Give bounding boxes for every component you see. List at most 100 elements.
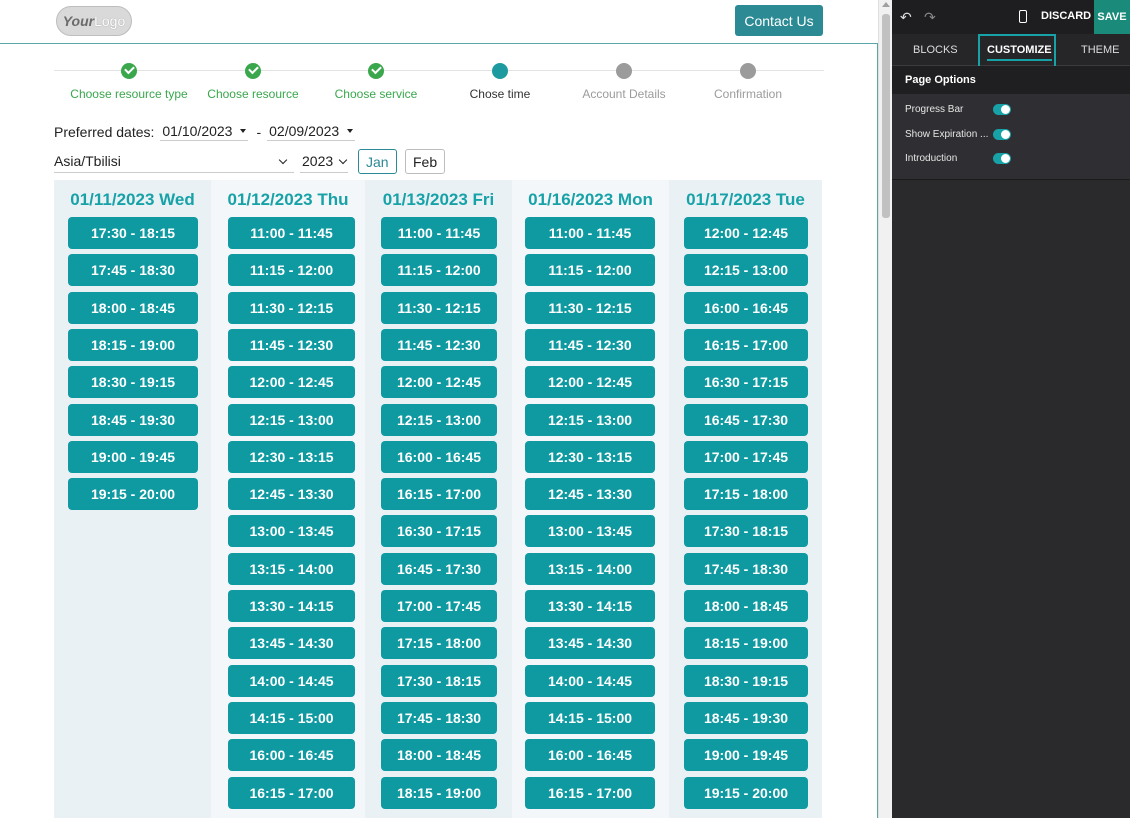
tab-theme[interactable]: THEME xyxy=(1081,34,1120,66)
time-slot-button[interactable]: 12:30 - 13:15 xyxy=(525,441,655,473)
time-slot-button[interactable]: 12:45 - 13:30 xyxy=(525,478,655,510)
time-slot-button[interactable]: 18:15 - 19:00 xyxy=(68,329,198,361)
time-slot-button[interactable]: 17:30 - 18:15 xyxy=(68,217,198,249)
time-slot-button[interactable]: 16:45 - 17:30 xyxy=(381,553,497,585)
time-slot-button[interactable]: 18:00 - 18:45 xyxy=(68,292,198,324)
time-slot-button[interactable]: 19:00 - 19:45 xyxy=(68,441,198,473)
date-from-field[interactable]: 01/10/2023 xyxy=(160,123,249,141)
page-scrollbar[interactable] xyxy=(878,0,892,818)
time-slot-button[interactable]: 11:00 - 11:45 xyxy=(228,217,355,249)
time-slot-button[interactable]: 14:15 - 15:00 xyxy=(525,702,655,734)
time-slot-button[interactable]: 17:45 - 18:30 xyxy=(381,702,497,734)
time-slot-button[interactable]: 17:00 - 17:45 xyxy=(381,590,497,622)
time-slot-button[interactable]: 12:15 - 13:00 xyxy=(381,404,497,436)
time-slot-button[interactable]: 11:15 - 12:00 xyxy=(228,254,355,286)
time-slot-button[interactable]: 12:00 - 12:45 xyxy=(684,217,808,249)
time-slot-button[interactable]: 13:15 - 14:00 xyxy=(228,553,355,585)
time-slot-button[interactable]: 16:00 - 16:45 xyxy=(228,739,355,771)
time-slot-button[interactable]: 16:15 - 17:00 xyxy=(525,777,655,809)
time-slot-button[interactable]: 16:15 - 17:00 xyxy=(684,329,808,361)
month-button-jan[interactable]: Jan xyxy=(358,149,397,174)
time-slot-button[interactable]: 12:30 - 13:15 xyxy=(228,441,355,473)
time-slot-button[interactable]: 11:30 - 12:15 xyxy=(381,292,497,324)
time-slot-button[interactable]: 13:45 - 14:30 xyxy=(228,627,355,659)
mobile-preview-icon[interactable] xyxy=(1019,10,1027,23)
discard-button[interactable]: DISCARD xyxy=(1041,10,1091,22)
tab-blocks[interactable]: BLOCKS xyxy=(913,34,958,66)
day-column: 01/16/2023 Mon 11:00 - 11:45 11:15 - 12:00… xyxy=(512,180,669,818)
undo-icon[interactable]: ↶ xyxy=(900,9,912,26)
time-slot-button[interactable]: 16:00 - 16:45 xyxy=(381,441,497,473)
toggle-introduction[interactable] xyxy=(993,153,1011,164)
time-slot-button[interactable]: 17:45 - 18:30 xyxy=(68,254,198,286)
time-slot-button[interactable]: 11:30 - 12:15 xyxy=(228,292,355,324)
time-slot-button[interactable]: 13:00 - 13:45 xyxy=(525,515,655,547)
editor-toolbar: ↶ ↷ DISCARD SAVE xyxy=(892,0,1130,34)
time-slot-button[interactable]: 18:45 - 19:30 xyxy=(684,702,808,734)
time-slot-button[interactable]: 19:15 - 20:00 xyxy=(68,478,198,510)
time-slot-button[interactable]: 18:15 - 19:00 xyxy=(381,777,497,809)
option-label-introduction: Introduction xyxy=(905,153,958,164)
time-slot-button[interactable]: 12:00 - 12:45 xyxy=(381,366,497,398)
time-slot-button[interactable]: 11:00 - 11:45 xyxy=(525,217,655,249)
time-slot-button[interactable]: 14:00 - 14:45 xyxy=(525,665,655,697)
time-slot-button[interactable]: 12:00 - 12:45 xyxy=(525,366,655,398)
time-slot-button[interactable]: 19:00 - 19:45 xyxy=(684,739,808,771)
day-column: 01/11/2023 Wed 17:30 - 18:15 17:45 - 18:30… xyxy=(54,180,211,818)
redo-icon[interactable]: ↷ xyxy=(924,9,936,26)
time-slot-button[interactable]: 17:30 - 18:15 xyxy=(684,515,808,547)
time-slot-button[interactable]: 17:00 - 17:45 xyxy=(684,441,808,473)
time-slot-button[interactable]: 18:30 - 19:15 xyxy=(684,665,808,697)
date-to-field[interactable]: 02/09/2023 xyxy=(267,123,356,141)
timezone-select[interactable]: Asia/Tbilisi xyxy=(54,151,294,173)
time-slot-button[interactable]: 11:00 - 11:45 xyxy=(381,217,497,249)
time-slot-button[interactable]: 12:15 - 13:00 xyxy=(525,404,655,436)
time-slot-button[interactable]: 16:45 - 17:30 xyxy=(684,404,808,436)
time-slot-button[interactable]: 17:30 - 18:15 xyxy=(381,665,497,697)
time-slot-button[interactable]: 12:00 - 12:45 xyxy=(228,366,355,398)
time-slot-button[interactable]: 11:45 - 12:30 xyxy=(228,329,355,361)
time-slot-button[interactable]: 16:15 - 17:00 xyxy=(381,478,497,510)
time-slot-button[interactable]: 13:15 - 14:00 xyxy=(525,553,655,585)
time-slot-button[interactable]: 16:15 - 17:00 xyxy=(228,777,355,809)
time-slot-button[interactable]: 19:15 - 20:00 xyxy=(684,777,808,809)
toggle-show-expiration[interactable] xyxy=(993,129,1011,140)
time-slot-button[interactable]: 11:45 - 12:30 xyxy=(525,329,655,361)
time-slot-button[interactable]: 11:15 - 12:00 xyxy=(381,254,497,286)
time-slot-button[interactable]: 12:15 - 13:00 xyxy=(228,404,355,436)
time-slot-button[interactable]: 11:45 - 12:30 xyxy=(381,329,497,361)
time-slot-button[interactable]: 13:45 - 14:30 xyxy=(525,627,655,659)
time-slot-button[interactable]: 16:00 - 16:45 xyxy=(525,739,655,771)
time-slot-button[interactable]: 18:30 - 19:15 xyxy=(68,366,198,398)
toggle-progress-bar[interactable] xyxy=(993,104,1011,115)
save-button[interactable]: SAVE xyxy=(1094,0,1130,34)
contact-us-button[interactable]: Contact Us xyxy=(735,5,823,36)
time-slot-button[interactable]: 18:00 - 18:45 xyxy=(381,739,497,771)
day-column: 01/13/2023 Fri 11:00 - 11:45 11:15 - 12:00… xyxy=(365,180,512,818)
time-slot-button[interactable]: 14:00 - 14:45 xyxy=(228,665,355,697)
time-slot-button[interactable]: 17:45 - 18:30 xyxy=(684,553,808,585)
time-slot-button[interactable]: 11:15 - 12:00 xyxy=(525,254,655,286)
time-slot-button[interactable]: 16:30 - 17:15 xyxy=(381,515,497,547)
time-slot-button[interactable]: 14:15 - 15:00 xyxy=(228,702,355,734)
scroll-up-icon[interactable] xyxy=(882,2,890,7)
time-slot-button[interactable]: 18:45 - 19:30 xyxy=(68,404,198,436)
time-slot-button[interactable]: 18:00 - 18:45 xyxy=(684,590,808,622)
site-logo[interactable]: Your Logo xyxy=(56,6,132,36)
time-slot-button[interactable]: 12:15 - 13:00 xyxy=(684,254,808,286)
time-slot-button[interactable]: 12:45 - 13:30 xyxy=(228,478,355,510)
time-slot-button[interactable]: 17:15 - 18:00 xyxy=(381,627,497,659)
time-slot-button[interactable]: 16:30 - 17:15 xyxy=(684,366,808,398)
year-value: 2023 xyxy=(302,153,334,169)
time-slot-button[interactable]: 17:15 - 18:00 xyxy=(684,478,808,510)
time-slot-button[interactable]: 18:15 - 19:00 xyxy=(684,627,808,659)
time-slot-button[interactable]: 13:30 - 14:15 xyxy=(525,590,655,622)
scrollbar-thumb[interactable] xyxy=(882,14,890,218)
time-slot-button[interactable]: 13:30 - 14:15 xyxy=(228,590,355,622)
current-step-dot-icon xyxy=(492,63,508,79)
time-slot-button[interactable]: 16:00 - 16:45 xyxy=(684,292,808,324)
month-button-feb[interactable]: Feb xyxy=(405,149,446,174)
time-slot-button[interactable]: 13:00 - 13:45 xyxy=(228,515,355,547)
time-slot-button[interactable]: 11:30 - 12:15 xyxy=(525,292,655,324)
year-select[interactable]: 2023 xyxy=(300,151,348,173)
